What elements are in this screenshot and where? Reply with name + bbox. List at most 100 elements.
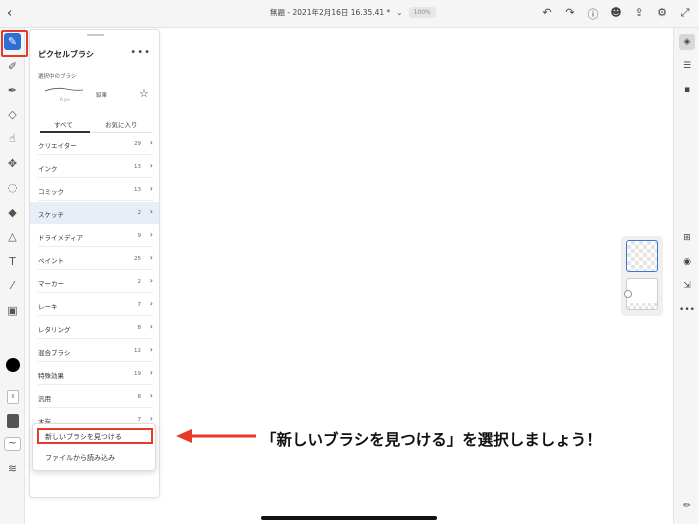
shape-icon[interactable]: △ — [4, 228, 21, 245]
chevron-right-icon: › — [149, 345, 153, 354]
visibility-icon[interactable]: ◉ — [679, 254, 695, 270]
brush-category-row[interactable]: クリエイター 29 › — [30, 133, 159, 155]
brush-category-row[interactable]: スケッチ 2 › — [30, 202, 159, 224]
row-divider — [38, 269, 153, 270]
category-name: 特殊効果 — [38, 372, 64, 380]
brush-category-row[interactable]: マーカー 2 › — [30, 271, 159, 293]
brush-stroke-size: 6 px — [60, 98, 70, 103]
smoothing-icon[interactable]: ~ — [4, 437, 21, 451]
adjust-icon[interactable]: ☰ — [679, 58, 695, 74]
layer-thumbnail-top[interactable] — [626, 240, 658, 272]
favorite-star-icon[interactable]: ☆ — [139, 87, 149, 100]
category-count: 8 — [137, 394, 142, 400]
brush-category-row[interactable]: ペイント 25 › — [30, 248, 159, 270]
chevron-right-icon: › — [149, 207, 153, 216]
layers-icon[interactable]: ◈ — [679, 34, 695, 50]
category-name: ペイント — [38, 257, 64, 265]
document-title-group[interactable]: 無題 - 2021年2月16日 16.35.41 * ⌄ 100% — [270, 7, 436, 18]
chevron-right-icon: › — [149, 299, 153, 308]
brush-size-control[interactable]: 6 — [7, 390, 19, 404]
brush-settings-icon[interactable]: ≋ — [4, 460, 21, 477]
zoom-level: 100% — [408, 7, 436, 18]
chevron-right-icon: › — [149, 368, 153, 377]
layers-mini-panel — [621, 236, 663, 316]
annotation-arrow-icon — [176, 429, 256, 443]
brush-category-row[interactable]: レタリング 8 › — [30, 317, 159, 339]
transform-icon[interactable]: ✥ — [4, 155, 21, 172]
comment-icon[interactable]: ▪ — [679, 82, 695, 98]
category-name: レタリング — [38, 326, 71, 334]
brush-category-row[interactable]: 特殊効果 19 › — [30, 363, 159, 385]
add-layer-icon[interactable]: ⊞ — [679, 230, 695, 246]
pencil-icon[interactable]: ✏ — [679, 498, 695, 514]
more-options-icon[interactable]: ••• — [130, 47, 151, 58]
row-divider — [38, 177, 153, 178]
redo-icon[interactable]: ↷ — [564, 6, 576, 22]
user-add-icon[interactable]: ☻ — [610, 6, 622, 22]
gear-icon[interactable]: ⚙ — [656, 6, 668, 22]
brush-category-row[interactable]: インク 13 › — [30, 156, 159, 178]
category-name: コミック — [38, 188, 64, 196]
lasso-icon[interactable]: ◌ — [4, 179, 21, 196]
undo-icon[interactable]: ↶ — [541, 6, 553, 22]
category-name: レーキ — [38, 303, 58, 311]
chevron-right-icon: › — [149, 184, 153, 193]
share-icon[interactable]: ⇪ — [633, 6, 645, 22]
category-count: 2 — [137, 210, 142, 216]
smudge-icon[interactable]: ☝ — [4, 130, 21, 147]
category-count: 9 — [137, 233, 142, 239]
pixel-brush-icon[interactable]: ✎ — [1, 30, 28, 57]
live-brush-icon[interactable]: ✐ — [4, 58, 21, 75]
back-chevron-icon[interactable]: ‹ — [7, 6, 12, 21]
row-divider — [38, 292, 153, 293]
brush-category-row[interactable]: レーキ 7 › — [30, 294, 159, 316]
category-name: 混合ブラシ — [38, 349, 71, 357]
chevron-right-icon: › — [149, 161, 153, 170]
opacity-control[interactable] — [7, 414, 19, 428]
row-divider — [38, 223, 153, 224]
title-chevron-down-icon[interactable]: ⌄ — [396, 8, 402, 17]
brush-category-row[interactable]: 汎用 8 › — [30, 386, 159, 408]
category-count: 2 — [137, 279, 142, 285]
fill-icon[interactable]: ◆ — [4, 204, 21, 221]
layer-thumbnail-background[interactable] — [624, 278, 658, 310]
document-title[interactable]: 無題 - 2021年2月16日 16.35.41 * — [270, 7, 390, 18]
brush-category-row[interactable]: コミック 13 › — [30, 179, 159, 201]
image-icon[interactable]: ▣ — [4, 302, 21, 319]
category-count: 8 — [137, 325, 142, 331]
vector-brush-icon[interactable]: ✒ — [4, 82, 21, 99]
right-toolbar: ◈ ☰ ▪ ⊞ ◉ ⇲ ••• ✏ — [673, 28, 699, 524]
import-icon[interactable]: ⇲ — [679, 278, 695, 294]
brush-category-row[interactable]: 混合ブラシ 12 › — [30, 340, 159, 362]
tab-favorites[interactable]: お気に入り — [105, 119, 138, 129]
category-count: 29 — [134, 141, 141, 147]
fullscreen-icon[interactable]: ⤢ — [679, 6, 691, 22]
row-divider — [38, 315, 153, 316]
help-icon[interactable]: ⓘ — [587, 6, 599, 22]
category-count: 7 — [137, 302, 142, 308]
text-icon[interactable]: T — [4, 253, 21, 270]
chevron-right-icon: › — [149, 253, 153, 262]
left-toolbar: ✎ ✐ ✒ ◇ ☝ ✥ ◌ ◆ △ T ⁄ ▣ 6 ~ ≋ — [0, 28, 28, 524]
row-divider — [38, 154, 153, 155]
category-count: 25 — [134, 256, 141, 262]
chevron-right-icon: › — [149, 391, 153, 400]
load-from-file-button[interactable]: ファイルから読み込み — [37, 451, 153, 467]
brush-category-row[interactable]: ドライメディア 9 › — [30, 225, 159, 247]
top-actions: ↶ ↷ ⓘ ☻ ⇪ ⚙ ⤢ — [541, 6, 691, 22]
category-name: クリエイター — [38, 142, 77, 150]
home-indicator — [261, 516, 437, 520]
panel-drag-handle[interactable] — [87, 34, 104, 36]
row-divider — [38, 361, 153, 362]
find-new-brushes-button[interactable]: 新しいブラシを見つける — [37, 428, 153, 444]
selected-brush-name[interactable]: 鉛筆 — [96, 91, 107, 99]
eyedropper-icon[interactable]: ⁄ — [4, 277, 21, 294]
tab-all[interactable]: すべて — [54, 119, 73, 129]
color-swatch[interactable] — [6, 358, 20, 372]
category-count: 12 — [134, 348, 141, 354]
more-icon[interactable]: ••• — [679, 302, 695, 318]
row-divider — [38, 407, 153, 408]
brush-stroke-preview[interactable] — [44, 85, 84, 95]
chevron-right-icon: › — [149, 276, 153, 285]
eraser-icon[interactable]: ◇ — [4, 106, 21, 123]
